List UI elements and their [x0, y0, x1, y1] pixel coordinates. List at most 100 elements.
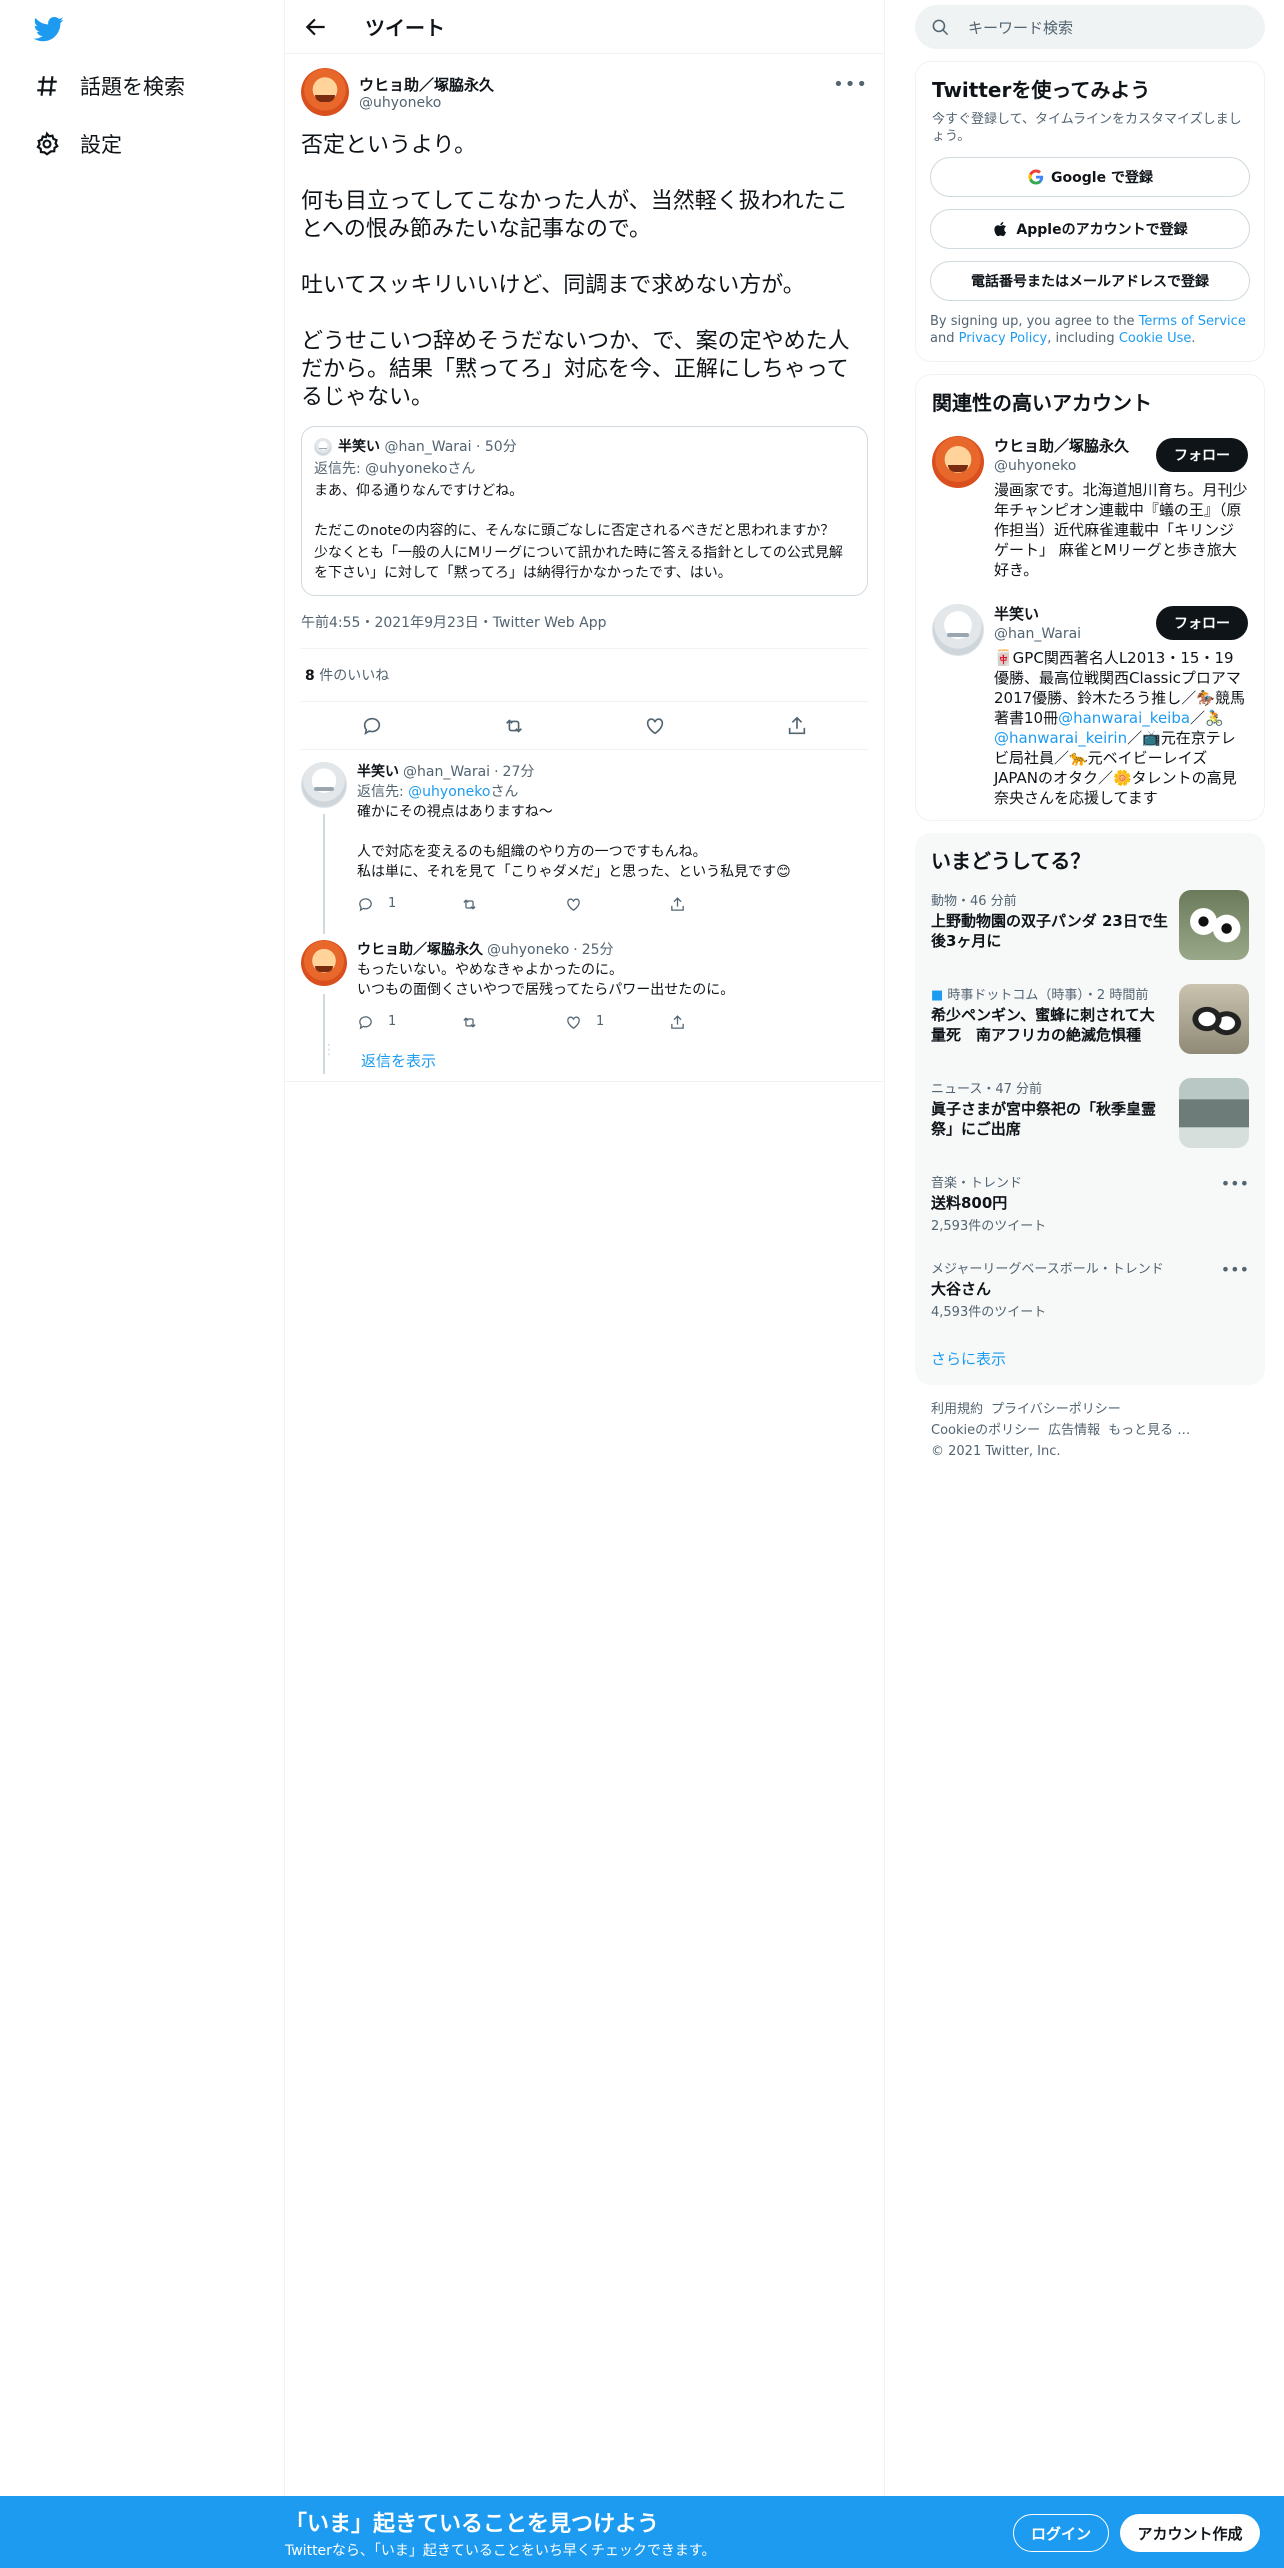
- reply-author[interactable]: 半笑い: [357, 762, 399, 782]
- footer-link[interactable]: 広告情報: [1048, 1423, 1100, 1438]
- like-icon[interactable]: [644, 715, 666, 737]
- thread-line: [323, 814, 325, 934]
- avatar[interactable]: [301, 940, 347, 986]
- google-signup-label: Google で登録: [1051, 170, 1153, 186]
- trend-item[interactable]: ■ 時事ドットコム（時事）・2 時間前 希少ペンギン、蜜蜂に刺されて大量死 南ア…: [915, 972, 1265, 1066]
- more-icon[interactable]: •••: [1221, 1174, 1249, 1193]
- trend-item[interactable]: 音楽・トレンド 送料800円 2,593件のツイート •••: [915, 1160, 1265, 1246]
- avatar[interactable]: [932, 436, 984, 488]
- bio-link[interactable]: @hanwarai_keirin: [994, 729, 1127, 747]
- reply-action-reply[interactable]: 1: [357, 894, 461, 914]
- reply-tweet[interactable]: ウヒョ助／塚脇永久 @uhyoneko · 25分 もったいない。やめなきゃよか…: [285, 930, 884, 1074]
- show-replies-row: ⋮ 返信を表示: [285, 1043, 884, 1082]
- signup-button[interactable]: アカウント作成: [1120, 2514, 1260, 2552]
- back-arrow-icon[interactable]: [303, 14, 329, 40]
- account-row[interactable]: ウヒョ助／塚脇永久 @uhyoneko 漫画家です。北海道旭川育ち。月刊少年チャ…: [916, 424, 1264, 592]
- author-handle[interactable]: @uhyoneko: [359, 95, 494, 111]
- twitter-logo-icon[interactable]: [32, 14, 66, 44]
- share-icon[interactable]: [786, 715, 808, 737]
- reply-to-suffix: さん: [490, 784, 519, 800]
- footer-link[interactable]: Cookieのポリシー: [931, 1423, 1040, 1438]
- show-replies-link[interactable]: 返信を表示: [361, 1052, 436, 1070]
- search-input[interactable]: キーワード検索: [968, 17, 1073, 38]
- trend-item[interactable]: メジャーリーグベースボール・トレンド 大谷さん 4,593件のツイート •••: [915, 1246, 1265, 1332]
- reply-handle[interactable]: @han_Warai: [403, 762, 490, 782]
- like-icon: [567, 898, 580, 911]
- footer-link[interactable]: 利用規約: [931, 1402, 983, 1417]
- reply-time[interactable]: 27分: [503, 762, 535, 782]
- reply-line: 確かにその視点はありますね〜: [357, 804, 553, 820]
- quote-line: 少なくとも「一般の人にMリーグについて訊かれた時に答える指針としての公式見解を下…: [314, 545, 843, 581]
- follow-button[interactable]: フォロー: [1156, 438, 1248, 472]
- tweet-paragraph: 吐いてスッキリいいけど、同調まで求めない方が。: [301, 273, 805, 298]
- reply-author[interactable]: ウヒョ助／塚脇永久: [357, 940, 483, 960]
- follow-button[interactable]: フォロー: [1156, 606, 1248, 640]
- trend-count: 4,593件のツイート: [931, 1305, 1047, 1320]
- reply-action-reply[interactable]: 1: [357, 1012, 461, 1032]
- reply-action-retweet[interactable]: [461, 896, 565, 913]
- reply-handle[interactable]: @uhyoneko: [487, 940, 569, 960]
- search-box[interactable]: キーワード検索: [915, 5, 1265, 49]
- avatar[interactable]: [301, 68, 349, 116]
- penguin-thumbnail: [1179, 984, 1249, 1054]
- quoted-tweet[interactable]: 半笑い @han_Warai · 50分 返信先: @uhyonekoさん まあ…: [301, 426, 868, 596]
- reply-action-share[interactable]: [669, 1014, 773, 1031]
- top-bar: ツイート: [285, 0, 884, 54]
- terms-text: , including: [1047, 331, 1119, 346]
- avatar[interactable]: [301, 762, 347, 808]
- bottom-headline: 「いま」起きていることを見つけよう: [285, 2512, 660, 2537]
- author-name[interactable]: ウヒョ助／塚脇永久: [359, 74, 494, 95]
- trend-category: 音楽・トレンド: [931, 1176, 1023, 1191]
- reply-tweet[interactable]: 半笑い @han_Warai · 27分 返信先: @uhyonekoさん 確か…: [285, 752, 884, 934]
- main-column: ツイート ウヒョ助／塚脇永久 @uhyoneko ••• 否定というより。 何も…: [285, 0, 885, 2496]
- nav-explore[interactable]: 話題を検索: [34, 64, 185, 108]
- like-icon: [567, 1016, 580, 1029]
- right-sidebar: キーワード検索 Twitterを使ってみよう 今すぐ登録して、タイムラインをカス…: [915, 0, 1265, 1476]
- reply-count: 1: [388, 1014, 397, 1029]
- terms-text: .: [1191, 331, 1196, 346]
- more-icon[interactable]: •••: [1221, 1260, 1249, 1279]
- apple-signup-button[interactable]: Appleのアカウントで登録: [930, 209, 1250, 249]
- reply-action-retweet[interactable]: [461, 1014, 565, 1031]
- google-signup-button[interactable]: Google で登録: [930, 157, 1250, 197]
- reply-to-link[interactable]: @uhyoneko: [408, 784, 490, 800]
- terms-of-service-link[interactable]: Terms of Service: [1139, 314, 1246, 329]
- bio-link[interactable]: @hanwarai_keiba: [1058, 709, 1190, 727]
- likes-row[interactable]: 8 件のいいね: [301, 649, 868, 702]
- bio-text: ／🚴: [1190, 709, 1224, 727]
- quote-author: 半笑い: [338, 439, 380, 455]
- trend-item[interactable]: ニュース・47 分前 眞子さまが宮中祭祀の「秋季皇霊祭」にご出席: [915, 1066, 1265, 1160]
- nav-settings[interactable]: 設定: [34, 122, 122, 166]
- reply-line: もったいない。やめなきゃよかったのに。: [357, 962, 623, 978]
- login-button[interactable]: ログイン: [1013, 2514, 1109, 2552]
- footer-link[interactable]: プライバシーポリシー: [991, 1402, 1121, 1417]
- terms-text: By signing up, you agree to the: [930, 314, 1139, 329]
- phone-email-signup-button[interactable]: 電話番号またはメールアドレスで登録: [930, 261, 1250, 301]
- trend-category: 動物・46 分前: [931, 894, 1017, 909]
- phone-email-signup-label: 電話番号またはメールアドレスで登録: [971, 274, 1209, 290]
- more-icon[interactable]: •••: [833, 74, 868, 95]
- reply-action-like[interactable]: 1: [565, 1012, 669, 1032]
- reply-icon[interactable]: [361, 715, 383, 737]
- reply-icon: [359, 1015, 372, 1029]
- signup-terms: By signing up, you agree to the Terms of…: [916, 301, 1264, 361]
- retweet-icon[interactable]: [503, 715, 525, 737]
- avatar[interactable]: [932, 604, 984, 656]
- signup-card: Twitterを使ってみよう 今すぐ登録して、タイムラインをカスタマイズしましょ…: [915, 61, 1265, 362]
- reply-action-like[interactable]: [565, 896, 669, 913]
- privacy-policy-link[interactable]: Privacy Policy: [959, 331, 1048, 346]
- retweet-icon: [463, 1016, 476, 1028]
- quote-reply-prefix: 返信先:: [314, 461, 366, 477]
- tweet-paragraph: 否定というより。: [301, 133, 477, 158]
- likes-count: 8: [305, 668, 315, 684]
- account-row[interactable]: 半笑い @han_Warai 🀄GPC関西著名人L2013・15・19優勝、最高…: [916, 592, 1264, 820]
- trend-item[interactable]: 動物・46 分前 上野動物園の双子パンダ 23日で生後3ヶ月に: [915, 878, 1265, 972]
- reply-time[interactable]: 25分: [582, 940, 614, 960]
- reply-action-share[interactable]: [669, 896, 773, 913]
- cookie-use-link[interactable]: Cookie Use: [1119, 331, 1192, 346]
- show-more-link[interactable]: さらに表示: [931, 1350, 1006, 1368]
- trend-title: 希少ペンギン、蜜蜂に刺されて大量死 南アフリカの絶滅危惧種: [931, 1006, 1155, 1044]
- tweet-meta[interactable]: 午前4:55・2021年9月23日・Twitter Web App: [301, 596, 868, 649]
- reply-count: 1: [388, 896, 397, 911]
- footer-link[interactable]: もっと見る …: [1108, 1423, 1190, 1438]
